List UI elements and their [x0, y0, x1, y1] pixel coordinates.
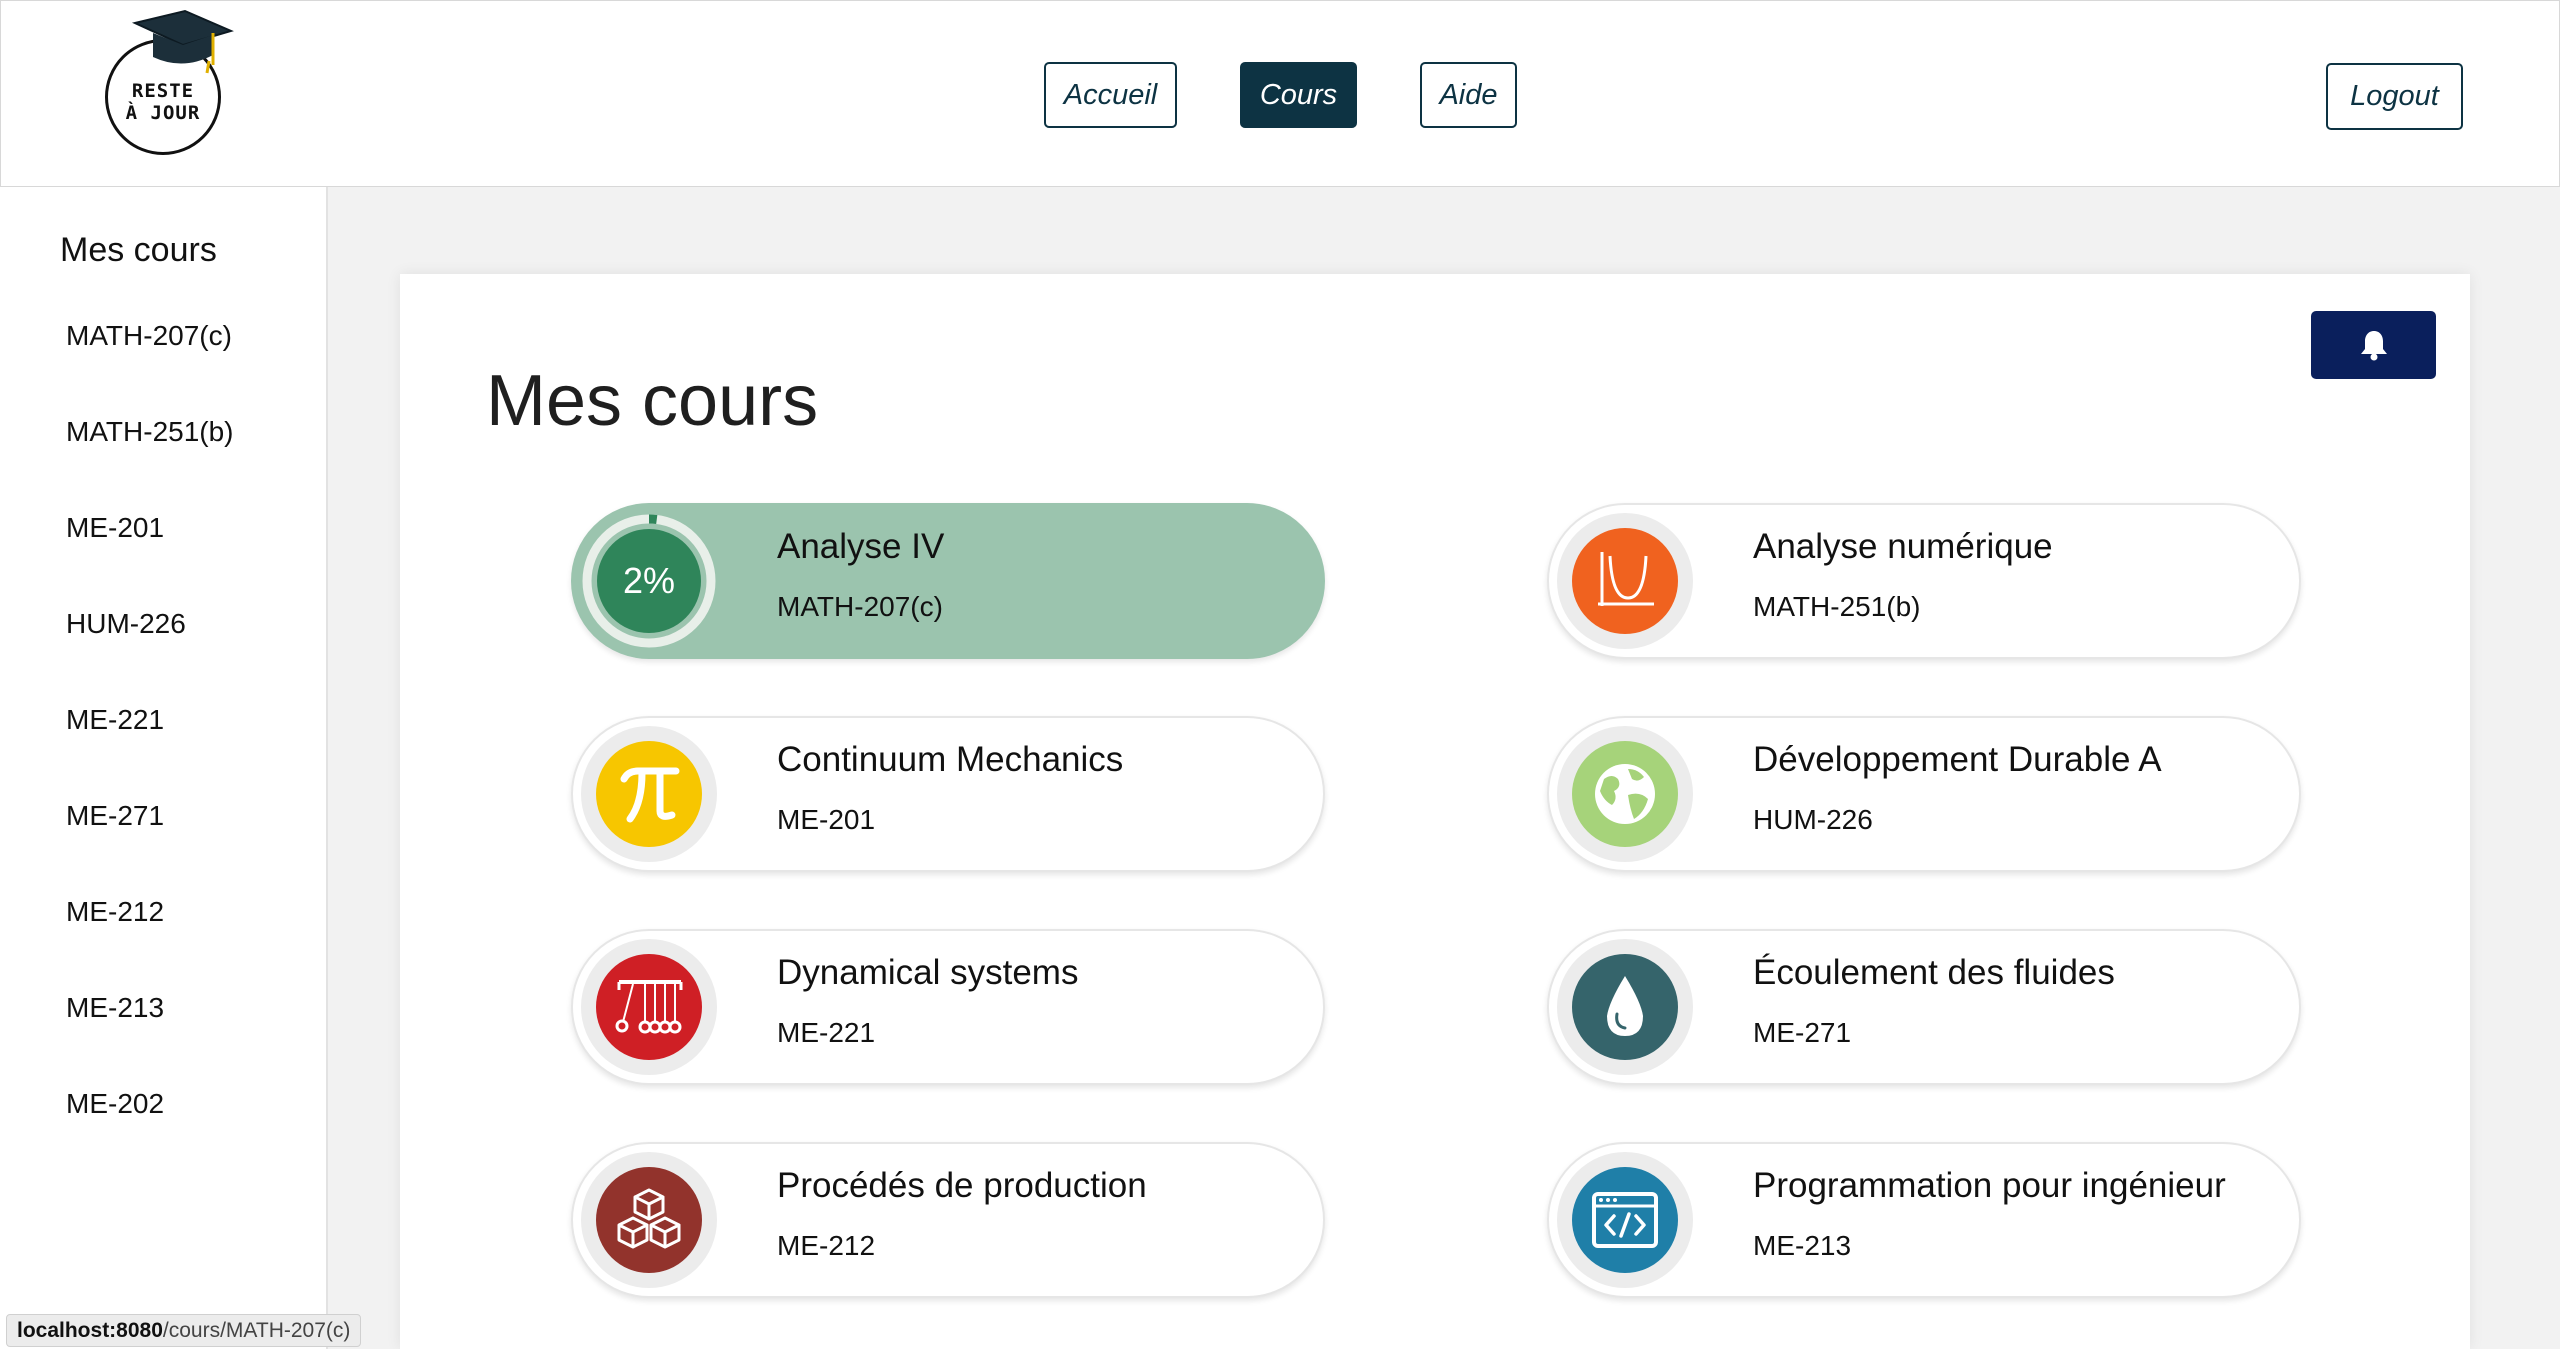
water-drop-icon [1572, 954, 1678, 1060]
course-name: Programmation pour ingénieur [1753, 1166, 2226, 1205]
course-code: ME-213 [1753, 1230, 1852, 1261]
status-host: localhost:8080 [17, 1319, 163, 1342]
course-card-ecoulement-des-fluides[interactable]: Écoulement des fluides ME-271 [1547, 929, 2301, 1085]
course-code: MATH-251(b) [1753, 591, 1921, 622]
boxes-icon [596, 1167, 702, 1273]
course-name: Développement Durable A [1753, 740, 2162, 779]
logo-text: RESTE À JOUR [125, 80, 201, 124]
course-code: ME-221 [777, 1017, 876, 1048]
browser-status-url: localhost:8080/cours/MATH-207(c) [6, 1314, 362, 1347]
course-name: Dynamical systems [777, 953, 1079, 992]
course-card-procedes-de-production[interactable]: Procédés de production ME-212 [571, 1142, 1325, 1298]
course-card-programmation-pour-ingenieur[interactable]: Programmation pour ingénieur ME-213 [1547, 1142, 2301, 1298]
sidebar-item-me-271[interactable]: ME-271 [66, 800, 164, 832]
course-code: MATH-207(c) [777, 591, 943, 622]
course-name: Procédés de production [777, 1166, 1147, 1205]
nav-cours-button[interactable]: Cours [1240, 62, 1357, 128]
sidebar-item-me-221[interactable]: ME-221 [66, 704, 164, 736]
sidebar-item-hum-226[interactable]: HUM-226 [66, 608, 186, 640]
progress-ring: 2% [581, 513, 717, 649]
graduation-cap-icon [131, 9, 234, 74]
course-card-developpement-durable[interactable]: Développement Durable A HUM-226 [1547, 716, 2301, 872]
course-card-dynamical-systems[interactable]: Dynamical systems ME-221 [571, 929, 1325, 1085]
course-name: Écoulement des fluides [1753, 953, 2115, 992]
course-name: Continuum Mechanics [777, 740, 1124, 779]
course-code: HUM-226 [1753, 804, 1873, 835]
top-header: RESTE À JOUR Accueil Cours Aide Logout [0, 0, 2560, 187]
sidebar-item-me-212[interactable]: ME-212 [66, 896, 164, 928]
course-name: Analyse numérique [1753, 527, 2053, 566]
sidebar-item-math-251b[interactable]: MATH-251(b) [66, 416, 234, 448]
sidebar-item-me-213[interactable]: ME-213 [66, 992, 164, 1024]
course-code: ME-201 [777, 804, 876, 835]
newtons-cradle-icon [596, 954, 702, 1060]
nav-aide-button[interactable]: Aide [1420, 62, 1517, 128]
course-card-analyse-numerique[interactable]: Analyse numérique MATH-251(b) [1547, 503, 2301, 659]
nav-accueil-button[interactable]: Accueil [1044, 62, 1177, 128]
progress-label: 2% [622, 560, 676, 601]
sidebar: Mes cours MATH-207(c) MATH-251(b) ME-201… [0, 187, 328, 1349]
parabola-graph-icon [1572, 528, 1678, 634]
logout-button[interactable]: Logout [2326, 63, 2463, 130]
pi-icon [596, 741, 702, 847]
course-code: ME-271 [1753, 1017, 1852, 1048]
globe-icon [1572, 741, 1678, 847]
course-card-analyse-iv[interactable]: 2% Analyse IV MATH-207(c) [571, 503, 1325, 659]
sidebar-item-me-202[interactable]: ME-202 [66, 1088, 164, 1120]
sidebar-title: Mes cours [60, 231, 217, 269]
page-title: Mes cours [486, 361, 819, 441]
status-path: /cours/MATH-207(c) [162, 1319, 351, 1342]
notifications-button[interactable] [2311, 311, 2436, 379]
course-code: ME-212 [777, 1230, 876, 1261]
sidebar-item-me-201[interactable]: ME-201 [66, 512, 164, 544]
course-card-continuum-mechanics[interactable]: Continuum Mechanics ME-201 [571, 716, 1325, 872]
course-name: Analyse IV [777, 527, 945, 566]
code-window-icon [1572, 1167, 1678, 1273]
sidebar-item-math-207c[interactable]: MATH-207(c) [66, 320, 232, 352]
bell-icon [2360, 331, 2387, 361]
courses-card: Mes cours 2% Analyse IV MATH-207(c) Anal… [400, 274, 2470, 1349]
